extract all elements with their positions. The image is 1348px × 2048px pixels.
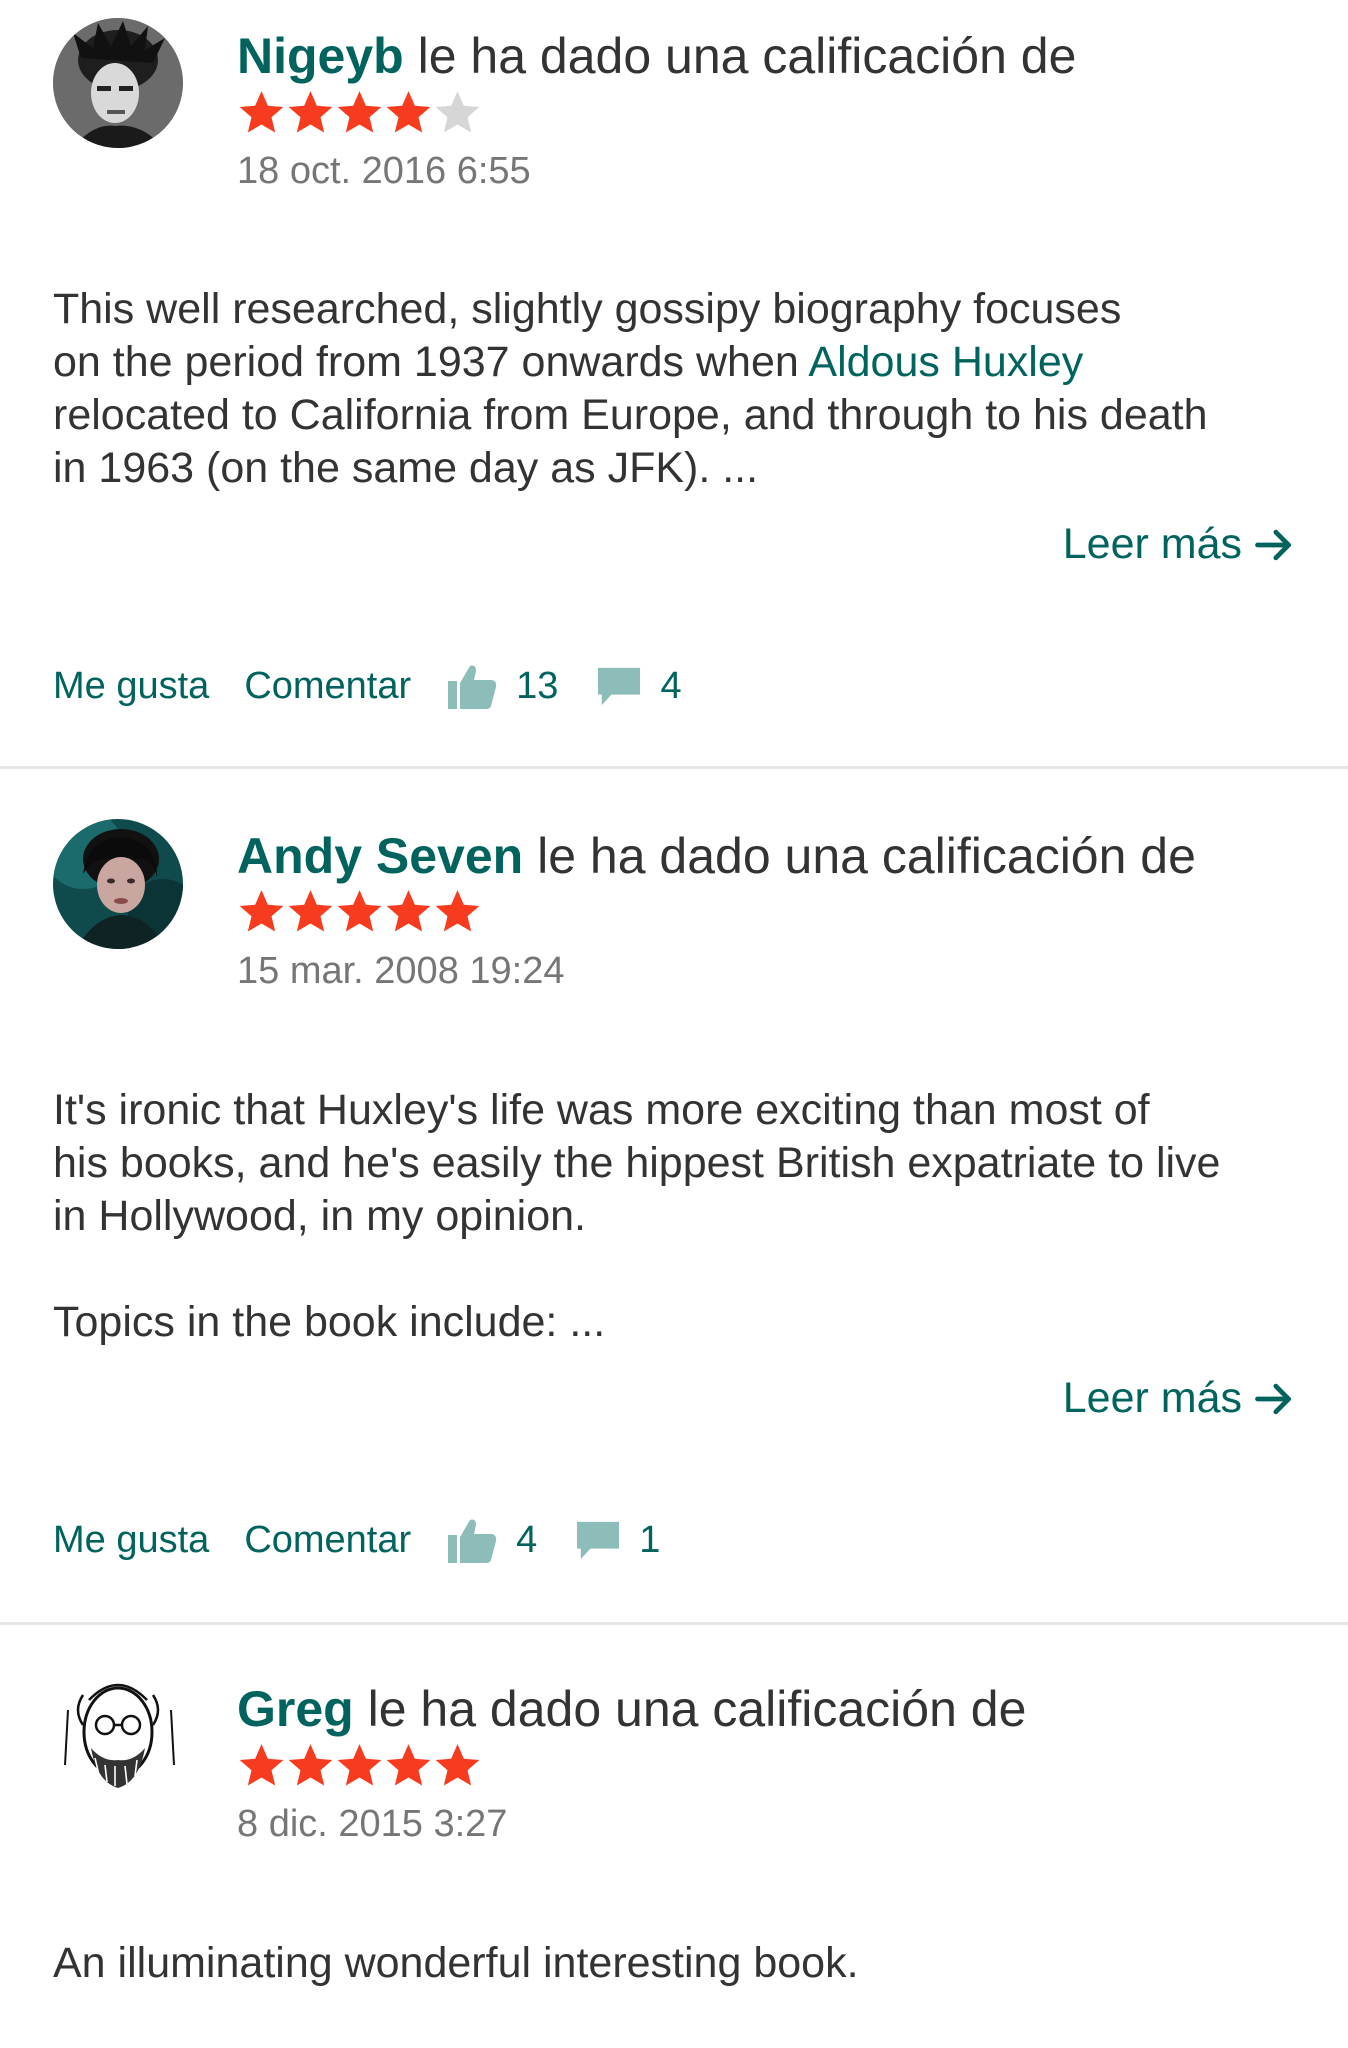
review-body: It's ironic that Huxley's life was more … bbox=[53, 1084, 1298, 1349]
review-text-fragment: on the period from 1937 onwards when bbox=[53, 338, 809, 386]
comment-button[interactable]: Comentar bbox=[244, 665, 411, 708]
headline-text: le ha dado una calificación de bbox=[353, 1681, 1027, 1737]
avatar[interactable] bbox=[53, 1670, 183, 1800]
read-more-label: Leer más bbox=[1062, 520, 1242, 568]
reviewer-name-link[interactable]: Andy Seven bbox=[237, 828, 523, 884]
review-card: Andy Seven le ha dado una calificación d… bbox=[0, 769, 1348, 1622]
review-text-line: Topics in the book include: ... bbox=[53, 1298, 606, 1346]
star-filled-icon bbox=[386, 91, 431, 133]
star-filled-icon bbox=[288, 1744, 333, 1786]
review-actions: Me gusta Comentar 13 4 bbox=[53, 658, 682, 714]
user-avatar-icon bbox=[53, 819, 183, 949]
review-text-line: in Hollywood, in my opinion. bbox=[53, 1192, 586, 1240]
star-rating bbox=[237, 88, 482, 144]
review-headline: Andy Seven le ha dado una calificación d… bbox=[237, 826, 1196, 886]
review-text-line: on the period from 1937 onwards when Ald… bbox=[53, 336, 1298, 389]
review-text-line: his books, and he's easily the hippest B… bbox=[53, 1139, 1221, 1187]
review-text-line: It's ironic that Huxley's life was more … bbox=[53, 1086, 1150, 1134]
arrow-right-icon bbox=[1255, 1383, 1292, 1414]
user-avatar-icon bbox=[53, 18, 183, 148]
comment-icon bbox=[575, 1518, 621, 1562]
read-more-label: Leer más bbox=[1062, 1374, 1242, 1422]
comment-icon bbox=[596, 664, 642, 708]
review-headline: Greg le ha dado una calificación de bbox=[237, 1679, 1026, 1739]
comment-count[interactable]: 1 bbox=[639, 1519, 660, 1562]
user-avatar-icon bbox=[53, 1670, 183, 1800]
star-filled-icon bbox=[337, 890, 382, 932]
star-filled-icon bbox=[337, 1744, 382, 1786]
star-empty-icon bbox=[435, 91, 480, 133]
review-text-line: relocated to California from Europe, and… bbox=[53, 391, 1208, 439]
comment-button[interactable]: Comentar bbox=[244, 1519, 411, 1562]
star-filled-icon bbox=[239, 91, 284, 133]
star-filled-icon bbox=[386, 890, 431, 932]
star-filled-icon bbox=[239, 890, 284, 932]
arrow-right-icon bbox=[1255, 529, 1292, 560]
headline-text: le ha dado una calificación de bbox=[523, 828, 1196, 884]
like-count[interactable]: 13 bbox=[516, 665, 558, 708]
star-filled-icon bbox=[435, 890, 480, 932]
review-date[interactable]: 18 oct. 2016 6:55 bbox=[237, 150, 531, 193]
review-body: This well researched, slightly gossipy b… bbox=[53, 283, 1298, 495]
star-rating bbox=[237, 1741, 482, 1797]
review-date[interactable]: 15 mar. 2008 19:24 bbox=[237, 950, 564, 993]
star-filled-icon bbox=[386, 1744, 431, 1786]
star-filled-icon bbox=[239, 1744, 284, 1786]
review-card: Greg le ha dado una calificación de 8 di… bbox=[0, 1625, 1348, 2048]
star-filled-icon bbox=[288, 91, 333, 133]
review-date[interactable]: 8 dic. 2015 3:27 bbox=[237, 1803, 507, 1846]
like-button[interactable]: Me gusta bbox=[53, 665, 209, 708]
review-card: Nigeyb le ha dado una calificación de 18… bbox=[0, 0, 1348, 768]
star-rating bbox=[237, 887, 482, 943]
review-headline: Nigeyb le ha dado una calificación de bbox=[237, 26, 1076, 86]
reviewer-name-link[interactable]: Nigeyb bbox=[237, 28, 404, 84]
like-button[interactable]: Me gusta bbox=[53, 1519, 209, 1562]
reviewer-name-link[interactable]: Greg bbox=[237, 1681, 354, 1737]
star-filled-icon bbox=[337, 91, 382, 133]
read-more-link[interactable]: Leer más bbox=[1063, 520, 1296, 569]
thumbs-up-icon bbox=[446, 1515, 498, 1565]
star-filled-icon bbox=[435, 1744, 480, 1786]
review-actions: Me gusta Comentar 4 1 bbox=[53, 1512, 660, 1568]
author-link[interactable]: Aldous Huxley bbox=[808, 338, 1083, 386]
review-body: An illuminating wonderful interesting bo… bbox=[53, 1937, 1298, 1990]
avatar[interactable] bbox=[53, 819, 183, 949]
comment-count[interactable]: 4 bbox=[660, 665, 681, 708]
review-text-line: This well researched, slightly gossipy b… bbox=[53, 285, 1122, 333]
review-text-line: An illuminating wonderful interesting bo… bbox=[53, 1939, 859, 1987]
thumbs-up-icon bbox=[446, 661, 498, 711]
read-more-link[interactable]: Leer más bbox=[1063, 1374, 1296, 1423]
avatar[interactable] bbox=[53, 18, 183, 148]
star-filled-icon bbox=[288, 890, 333, 932]
review-text-line: in 1963 (on the same day as JFK). ... bbox=[53, 444, 759, 492]
headline-text: le ha dado una calificación de bbox=[403, 28, 1077, 84]
like-count[interactable]: 4 bbox=[516, 1519, 537, 1562]
